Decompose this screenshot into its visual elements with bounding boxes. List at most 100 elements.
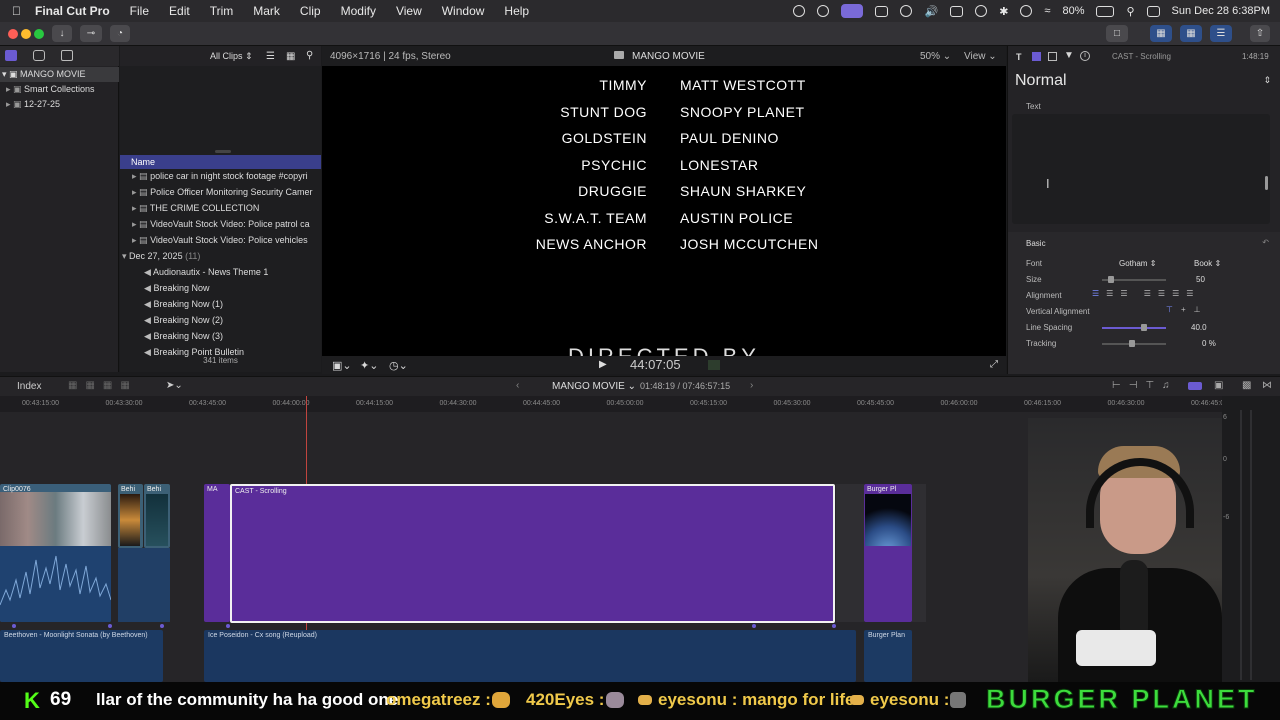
video-inspector-icon[interactable] (1032, 52, 1041, 61)
background-tasks-button[interactable]: ◔ (110, 25, 130, 42)
justify-full-icon[interactable]: ☰ (1186, 289, 1200, 298)
focus-icon[interactable] (975, 5, 988, 17)
clock[interactable]: Sun Dec 28 6:38PM (1172, 5, 1270, 17)
crop-tool-icon[interactable]: ▣⌄ (332, 359, 352, 372)
show-browser-button[interactable]: ▦ (1150, 25, 1172, 42)
disclosure-icon[interactable]: ▸ (132, 187, 137, 197)
share-button[interactable]: ⇧ (1250, 25, 1270, 42)
audio-clip[interactable]: Burger Plan (864, 630, 912, 682)
tracking-knob[interactable] (1129, 340, 1135, 347)
select-tool-icon[interactable]: ➤⌄ (166, 380, 183, 391)
justify-left-icon[interactable]: ☰ (1144, 289, 1158, 298)
share-icon-button[interactable]: □ (1106, 25, 1128, 42)
play-icon[interactable] (900, 5, 913, 17)
list-item[interactable]: ◀ Breaking Now (3) (120, 328, 321, 344)
battery-icon[interactable] (1096, 5, 1115, 17)
video-clip[interactable]: Behi (144, 484, 170, 548)
app-menu[interactable]: Final Cut Pro (35, 4, 110, 18)
reset-icon[interactable]: ↶ (1262, 238, 1269, 247)
menu-edit[interactable]: Edit (169, 4, 190, 18)
user-icon[interactable] (1020, 5, 1033, 17)
search-icon[interactable]: ⚲ (1126, 5, 1134, 18)
menu-file[interactable]: File (130, 4, 149, 18)
title-clip[interactable]: MA (204, 484, 230, 622)
color-icon[interactable] (817, 5, 830, 17)
list-item[interactable]: ▸ ▤ Police Officer Monitoring Security C… (120, 184, 321, 200)
view-menu[interactable]: View ⌄ (964, 51, 997, 62)
film-inspector-icon[interactable] (1048, 52, 1057, 61)
history-forward-icon[interactable]: › (750, 380, 753, 391)
zoom-menu[interactable]: 50% ⌄ (920, 51, 951, 62)
line-spacing-knob[interactable] (1141, 324, 1147, 331)
list-item[interactable]: ▸ ▤ VideoVault Stock Video: Police patro… (120, 216, 321, 232)
date-group[interactable]: ▾ Dec 27, 2025 (11) (120, 248, 321, 264)
gap-clip[interactable] (912, 484, 926, 622)
align-center-icon[interactable]: ☰ (1106, 289, 1120, 298)
audio-clip[interactable]: Beethoven - Moonlight Sonata (by Beethov… (0, 630, 163, 682)
index-button[interactable]: Index (17, 381, 41, 392)
list-item[interactable]: ▸ ▤ police car in night stock footage #c… (120, 168, 321, 184)
disclosure-icon[interactable]: ▸ (132, 219, 137, 229)
scroll-bar[interactable] (1265, 176, 1268, 190)
audio-clip[interactable]: Ice Poseidon - Cx song (Reupload) (204, 630, 856, 682)
menu-view[interactable]: View (396, 4, 422, 18)
align-left-icon[interactable]: ☰ (1092, 289, 1106, 298)
tracking-value[interactable]: 0 % (1202, 339, 1216, 348)
keywords-button[interactable]: ⊸ (80, 25, 102, 42)
status-icon[interactable] (793, 5, 806, 17)
video-clip[interactable]: Burger Pl (864, 484, 912, 622)
import-button[interactable]: ↓ (52, 25, 72, 42)
valign-bottom-icon[interactable]: ⊥ (1194, 305, 1209, 314)
minimize-button[interactable] (21, 29, 31, 39)
magic-wand-icon[interactable]: ✦⌄ (360, 359, 378, 372)
disclosure-icon[interactable]: ▸ (132, 203, 137, 213)
menu-mark[interactable]: Mark (253, 4, 280, 18)
timeline-ruler[interactable]: 00:43:15:00 00:43:30:00 00:43:45:00 00:44:0… (0, 396, 1228, 412)
screen-record-icon[interactable] (841, 4, 864, 18)
menu-help[interactable]: Help (504, 4, 529, 18)
project-menu[interactable]: MANGO MOVIE ⌄ (552, 381, 636, 392)
font-family-select[interactable]: Gotham ⇕ (1119, 259, 1156, 268)
list-item[interactable]: ◀ Breaking Now (1) (120, 296, 321, 312)
audio-clip[interactable] (118, 548, 170, 622)
display-icon[interactable] (950, 5, 964, 17)
close-button[interactable] (8, 29, 18, 39)
list-view-icon[interactable]: ▦ (286, 51, 295, 62)
bluetooth-icon[interactable]: ✱ (999, 5, 1008, 18)
fullscreen-icon[interactable]: ⤢ (990, 359, 998, 370)
control-center-icon[interactable] (1146, 5, 1160, 17)
text-field[interactable]: I (1012, 114, 1270, 224)
list-item[interactable]: ◀ Breaking Now (120, 280, 321, 296)
transitions-browser-icon[interactable]: ▩ (1242, 380, 1251, 391)
timeline[interactable]: Clip0076 Behi Behi MA CAST - Scrolling B… (0, 396, 1222, 682)
info-inspector-icon[interactable]: i (1080, 51, 1090, 61)
menu-trim[interactable]: Trim (210, 4, 234, 18)
line-spacing-value[interactable]: 40.0 (1191, 323, 1207, 332)
show-inspector-button[interactable]: ☰ (1210, 25, 1232, 42)
clips-filter[interactable]: All Clips ⇕ (210, 51, 253, 62)
list-item[interactable]: ◀ Breaking Now (2) (120, 312, 321, 328)
disclosure-icon[interactable]: ▸ (132, 235, 137, 245)
video-clip[interactable]: Behi (118, 484, 143, 548)
close-timeline-icon[interactable]: ⋈ (1262, 380, 1272, 391)
speed-icon[interactable]: ◷⌄ (389, 359, 408, 372)
video-clip[interactable]: Clip0076 (0, 484, 111, 622)
effects-browser-icon[interactable]: ▣ (1214, 380, 1223, 391)
size-value[interactable]: 50 (1196, 275, 1205, 284)
valign-middle-icon[interactable]: + (1181, 305, 1194, 314)
window-icon[interactable] (875, 5, 889, 17)
column-header-name[interactable]: Name (120, 155, 321, 169)
sidebar-item-event[interactable]: ▸ ▣ 12-27-25 (0, 97, 60, 112)
history-back-icon[interactable]: ‹ (516, 380, 519, 391)
append-clip-icons[interactable]: ▦▦▦▦ (68, 380, 138, 391)
line-spacing-slider[interactable] (1102, 327, 1166, 329)
justify-right-icon[interactable]: ☰ (1172, 289, 1186, 298)
text-inspector-icon[interactable]: T (1016, 52, 1022, 62)
justify-center-icon[interactable]: ☰ (1158, 289, 1172, 298)
preset-dropdown[interactable]: Normal ⇕ (1008, 70, 1280, 92)
sidebar-item-smart-collections[interactable]: ▸ ▣ Smart Collections (0, 82, 95, 97)
valign-top-icon[interactable]: ⊤ (1166, 305, 1181, 314)
menu-modify[interactable]: Modify (341, 4, 376, 18)
menu-clip[interactable]: Clip (300, 4, 321, 18)
play-button[interactable]: ▶ (599, 359, 607, 370)
